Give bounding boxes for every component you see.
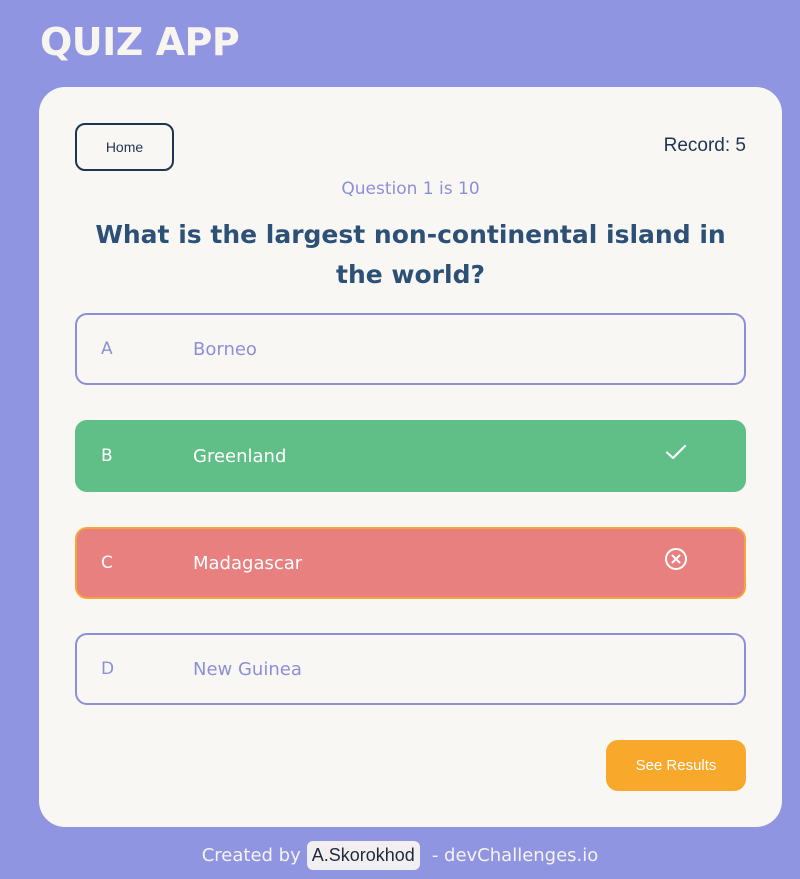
- x-circle-icon: [664, 547, 688, 571]
- option-letter: C: [101, 553, 113, 573]
- question-counter: Question 1 is 10: [341, 179, 480, 199]
- footer-suffix: - devChallenges.io: [431, 844, 599, 866]
- option-d[interactable]: D New Guinea: [75, 633, 746, 705]
- option-letter: B: [101, 446, 113, 466]
- option-b[interactable]: B Greenland: [75, 420, 746, 492]
- option-letter: D: [101, 659, 115, 679]
- app-title: QUIZ APP: [40, 20, 240, 64]
- home-button[interactable]: Home: [75, 123, 174, 171]
- author-link[interactable]: A.Skorokhod: [306, 840, 420, 870]
- option-text: Madagascar: [193, 552, 303, 574]
- footer-prefix: Created by: [201, 844, 301, 866]
- question-text: What is the largest non-continental isla…: [95, 220, 726, 289]
- quiz-card: Home Record: 5 Question 1 is 10 What is …: [39, 87, 782, 827]
- option-a[interactable]: A Borneo: [75, 313, 746, 385]
- option-letter: A: [101, 339, 113, 359]
- footer: Created by A.Skorokhod - devChallenges.i…: [0, 838, 800, 872]
- see-results-button[interactable]: See Results: [606, 740, 746, 791]
- option-c[interactable]: C Madagascar: [75, 527, 746, 599]
- option-text: New Guinea: [193, 658, 302, 680]
- check-icon: [664, 440, 688, 464]
- option-text: Borneo: [193, 338, 257, 360]
- option-text: Greenland: [193, 445, 287, 467]
- record-score: Record: 5: [663, 135, 746, 156]
